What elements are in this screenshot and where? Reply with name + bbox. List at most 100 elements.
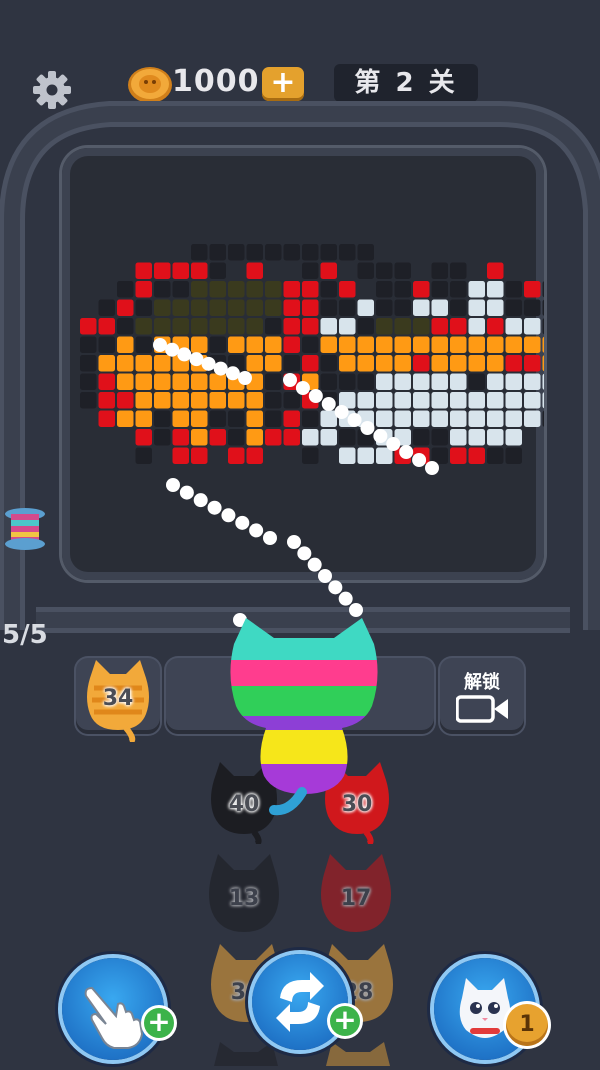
slot-cat-orange[interactable]: 34	[80, 658, 156, 745]
pixel-block	[172, 336, 189, 353]
pixel-block	[487, 318, 504, 335]
shooter-counter: 5/5	[2, 620, 48, 650]
queue-cat: 13	[202, 852, 286, 944]
pixel-block	[172, 392, 189, 409]
pixel-block	[209, 299, 226, 316]
pixel-art-fish	[80, 244, 544, 464]
pixel-block	[413, 392, 430, 409]
pixel-block	[228, 410, 245, 427]
pixel-block	[154, 429, 171, 446]
pixel-block	[98, 336, 115, 353]
pixel-block	[431, 355, 448, 372]
pixel-block	[209, 355, 226, 372]
pixel-block	[154, 392, 171, 409]
pixel-block	[450, 281, 467, 298]
pixel-block	[209, 336, 226, 353]
hand-plus-badge: +	[144, 1008, 174, 1038]
pixel-block	[431, 262, 448, 279]
pixel-block	[431, 447, 448, 464]
pixel-block	[339, 244, 356, 261]
pixel-block	[487, 355, 504, 372]
pixel-block	[394, 410, 411, 427]
pixel-block	[209, 410, 226, 427]
pixel-block	[339, 281, 356, 298]
pixel-block	[524, 373, 541, 390]
pixel-block	[468, 392, 485, 409]
pixel-block	[357, 373, 374, 390]
pixel-block	[302, 318, 319, 335]
pixel-block	[542, 299, 544, 316]
add-coins-button[interactable]: +	[262, 67, 304, 101]
pixel-block	[468, 447, 485, 464]
pixel-block	[339, 392, 356, 409]
pixel-block	[209, 262, 226, 279]
pixel-block	[320, 336, 337, 353]
pixel-block	[394, 373, 411, 390]
pixel-block	[117, 373, 134, 390]
pixel-block	[357, 299, 374, 316]
pixel-block	[209, 244, 226, 261]
pixel-block	[487, 262, 504, 279]
pixel-block	[283, 244, 300, 261]
pixel-block	[320, 429, 337, 446]
pixel-block	[413, 299, 430, 316]
rainbow-cat-shooter[interactable]	[224, 616, 384, 816]
pixel-block	[283, 392, 300, 409]
pixel-block	[431, 429, 448, 446]
pixel-block	[339, 355, 356, 372]
pixel-block	[413, 429, 430, 446]
pixel-block	[468, 355, 485, 372]
pixel-block	[320, 299, 337, 316]
pixel-block	[431, 336, 448, 353]
pixel-block	[376, 318, 393, 335]
pixel-block	[191, 336, 208, 353]
pixel-block	[172, 281, 189, 298]
pixel-block	[376, 336, 393, 353]
pixel-block	[172, 410, 189, 427]
pixel-block	[172, 355, 189, 372]
pixel-block	[339, 429, 356, 446]
pixel-block	[339, 299, 356, 316]
pixel-block	[228, 336, 245, 353]
pixel-block	[246, 392, 263, 409]
pixel-block	[357, 410, 374, 427]
pixel-block	[450, 262, 467, 279]
pixel-block	[265, 410, 282, 427]
pixel-block	[283, 336, 300, 353]
pixel-block	[209, 281, 226, 298]
pixel-block	[80, 318, 97, 335]
pixel-block	[135, 410, 152, 427]
pixel-block	[135, 299, 152, 316]
pixel-block	[505, 355, 522, 372]
pixel-block	[246, 355, 263, 372]
pixel-block	[154, 355, 171, 372]
pixel-block	[135, 392, 152, 409]
pixel-block	[246, 281, 263, 298]
spool-icon	[5, 508, 45, 550]
pixel-block	[228, 318, 245, 335]
pixel-block	[117, 281, 134, 298]
pixel-block	[339, 447, 356, 464]
pixel-block	[431, 299, 448, 316]
pixel-block	[302, 447, 319, 464]
pixel-block	[450, 336, 467, 353]
pixel-block	[154, 262, 171, 279]
pixel-block	[524, 410, 541, 427]
pixel-block	[135, 262, 152, 279]
pixel-block	[468, 299, 485, 316]
pixel-block	[135, 429, 152, 446]
pixel-block	[135, 336, 152, 353]
video-icon[interactable]	[456, 694, 510, 724]
pixel-block	[357, 355, 374, 372]
pixel-block	[394, 262, 411, 279]
pixel-block	[376, 299, 393, 316]
pixel-block	[98, 392, 115, 409]
pixel-block	[283, 281, 300, 298]
pixel-block	[246, 447, 263, 464]
pixel-block	[172, 318, 189, 335]
pixel-block	[154, 373, 171, 390]
pixel-block	[265, 429, 282, 446]
pixel-block	[246, 262, 263, 279]
pixel-block	[357, 318, 374, 335]
pixel-block	[191, 429, 208, 446]
